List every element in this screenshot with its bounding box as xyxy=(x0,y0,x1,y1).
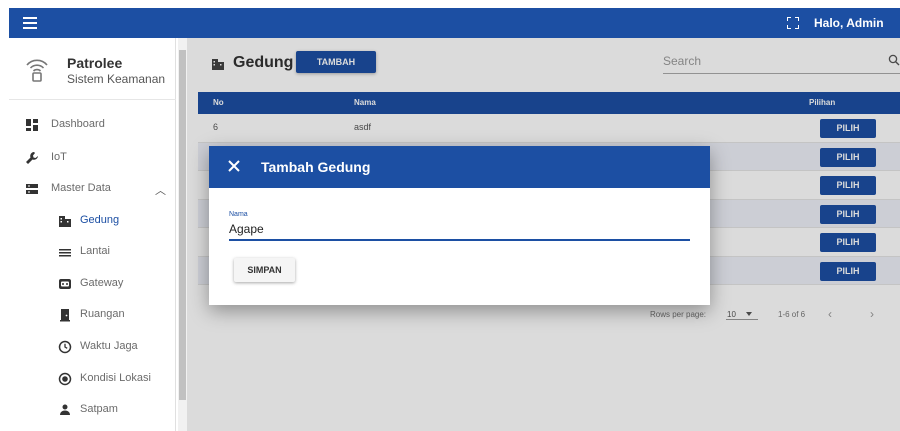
radio-button-icon xyxy=(58,372,72,386)
nama-input[interactable] xyxy=(229,222,669,236)
sidebar-item-ruangan[interactable]: Ruangan xyxy=(9,300,176,330)
chevron-up-icon[interactable]: ︿ xyxy=(155,182,166,198)
save-button[interactable]: SIMPAN xyxy=(234,258,295,282)
fullscreen-icon[interactable] xyxy=(787,17,799,29)
dialog-title: Tambah Gedung xyxy=(261,159,371,175)
dashboard-icon xyxy=(26,119,38,131)
app-bar: Halo, Admin xyxy=(9,8,900,38)
sidebar-item-label: Master Data xyxy=(51,182,111,194)
dialog-header: Tambah Gedung xyxy=(209,146,710,188)
close-icon[interactable] xyxy=(227,159,241,173)
wrench-icon xyxy=(26,152,38,164)
brand-name: Patrolee xyxy=(67,55,123,71)
sidebar-item-label: Waktu Jaga xyxy=(80,340,138,352)
user-greeting[interactable]: Halo, Admin xyxy=(814,16,884,30)
sidebar-item-label: Ruangan xyxy=(80,308,125,320)
sidebar-item-gateway[interactable]: Gateway xyxy=(9,269,176,299)
hamburger-menu-icon[interactable] xyxy=(23,17,37,29)
storage-icon xyxy=(26,184,38,194)
sidebar-item-lantai[interactable]: Lantai xyxy=(9,237,176,267)
sidebar-item-iot[interactable]: IoT xyxy=(9,143,176,173)
door-icon xyxy=(60,309,70,322)
building-icon xyxy=(59,216,71,227)
nama-field[interactable]: Nama xyxy=(229,209,690,241)
sidebar-item-waktu-jaga[interactable]: Waktu Jaga xyxy=(9,332,176,362)
nama-field-label: Nama xyxy=(229,211,248,218)
sidebar-scrollbar[interactable] xyxy=(178,38,187,431)
sidebar-item-label: Lantai xyxy=(80,245,110,257)
sidebar-item-label: Kondisi Lokasi xyxy=(80,372,151,384)
sidebar-item-kondisi-lokasi[interactable]: Kondisi Lokasi xyxy=(9,364,176,394)
person-icon xyxy=(60,404,70,415)
clock-icon xyxy=(58,340,72,354)
sidebar-item-label: Gateway xyxy=(80,277,124,289)
wifi-signal-logo-icon xyxy=(26,59,48,82)
add-building-dialog: Tambah Gedung Nama SIMPAN xyxy=(209,146,710,305)
sidebar: Patrolee Sistem Keamanan Dashboard IoT M… xyxy=(9,38,176,431)
router-icon xyxy=(59,279,71,289)
list-icon xyxy=(59,249,71,257)
sidebar-item-gedung[interactable]: Gedung xyxy=(9,206,176,236)
sidebar-item-label: Gedung xyxy=(80,214,120,226)
sidebar-item-master-data[interactable]: Master Data ︿ xyxy=(9,174,176,204)
app-root: Halo, Admin Patrolee Sistem Keamanan Das… xyxy=(0,0,900,431)
brand-header: Patrolee Sistem Keamanan xyxy=(9,38,176,100)
sidebar-item-satpam[interactable]: Satpam xyxy=(9,395,176,425)
brand-subtitle: Sistem Keamanan xyxy=(67,72,166,86)
sidebar-item-label: Dashboard xyxy=(51,118,105,130)
sidebar-item-label: IoT xyxy=(51,151,67,163)
sidebar-item-label: Satpam xyxy=(80,403,118,415)
scrollbar-thumb[interactable] xyxy=(179,50,186,400)
sidebar-item-dashboard[interactable]: Dashboard xyxy=(9,110,176,140)
